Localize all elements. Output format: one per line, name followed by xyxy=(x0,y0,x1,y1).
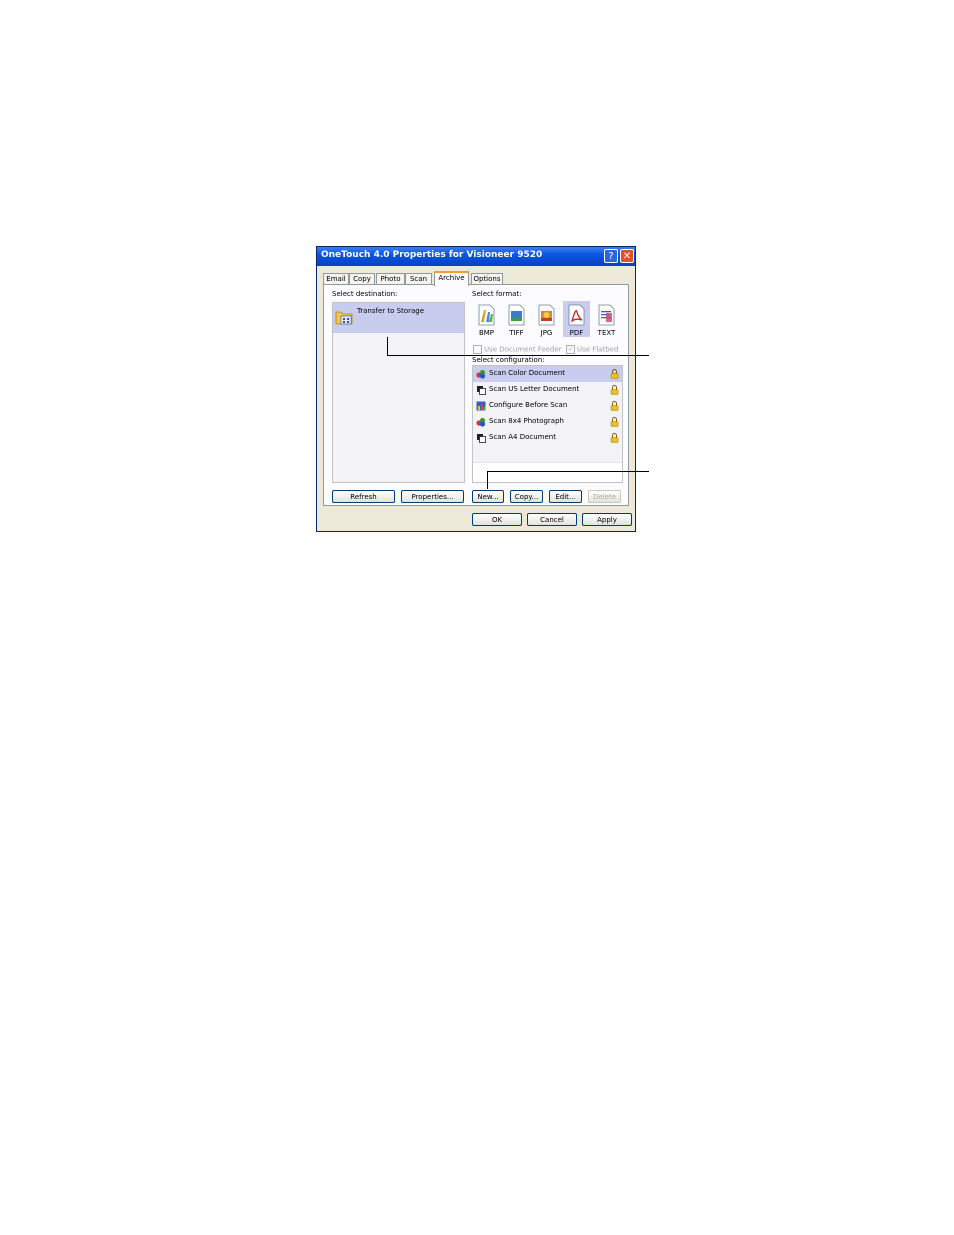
archive-panel: Select destination: Transfer to Storage … xyxy=(323,284,629,506)
callout-line-new-vertical xyxy=(487,471,488,489)
bw-document-icon xyxy=(477,434,486,443)
configuration-list[interactable]: Scan Color Document Scan US Letter Docum… xyxy=(472,365,623,483)
refresh-button[interactable]: Refresh xyxy=(332,490,395,503)
format-bmp[interactable]: BMP xyxy=(473,301,500,337)
configuration-item[interactable]: Scan US Letter Document xyxy=(473,382,622,399)
window-title: OneTouch 4.0 Properties for Visioneer 95… xyxy=(321,250,543,260)
format-pdf[interactable]: PDF xyxy=(563,301,590,337)
use-document-feeder-checkbox[interactable]: Use Document Feeder xyxy=(473,345,562,354)
tab-archive[interactable]: Archive xyxy=(434,271,469,286)
bmp-icon xyxy=(478,304,495,326)
lock-icon xyxy=(610,385,619,395)
help-button[interactable]: ? xyxy=(604,249,618,263)
text-icon xyxy=(598,304,615,326)
destination-item-empty[interactable] xyxy=(333,393,464,424)
lock-icon xyxy=(610,369,619,379)
destination-list[interactable]: Transfer to Storage xyxy=(332,302,465,483)
configuration-item[interactable]: Scan 8x4 Photograph xyxy=(473,414,622,431)
configuration-item-label: Scan A4 Document xyxy=(489,433,556,441)
ok-button[interactable]: OK xyxy=(472,513,522,526)
destination-item-empty[interactable] xyxy=(333,333,464,364)
configuration-item-label: Scan 8x4 Photograph xyxy=(489,417,564,425)
lock-icon xyxy=(610,417,619,427)
configuration-item[interactable]: Scan A4 Document xyxy=(473,430,622,447)
select-format-label: Select format: xyxy=(472,290,522,298)
callout-line-destination-vertical xyxy=(387,337,388,355)
format-label: JPG xyxy=(540,329,553,337)
destination-item-label: Transfer to Storage xyxy=(357,307,425,315)
configure-icon xyxy=(476,401,486,411)
lock-icon xyxy=(610,401,619,411)
apply-button[interactable]: Apply xyxy=(582,513,632,526)
format-tiff[interactable]: TIFF xyxy=(503,301,530,337)
format-label: PDF xyxy=(569,329,584,337)
delete-configuration-button[interactable]: Delete xyxy=(588,490,621,503)
jpg-icon xyxy=(538,304,555,326)
callout-line-destination xyxy=(387,355,649,356)
checkbox-label: Use Flatbed xyxy=(577,345,619,354)
color-scan-icon xyxy=(476,369,486,379)
destination-item-transfer-to-storage[interactable]: Transfer to Storage xyxy=(333,303,464,334)
folder-storage-icon xyxy=(335,311,353,325)
format-text[interactable]: TEXT xyxy=(593,301,620,337)
destination-item-empty[interactable] xyxy=(333,363,464,394)
format-label: TEXT xyxy=(597,329,616,337)
checkbox-label: Use Document Feeder xyxy=(484,345,562,354)
color-scan-icon xyxy=(476,417,486,427)
new-configuration-button[interactable]: New... xyxy=(472,490,504,503)
tiff-icon xyxy=(508,304,525,326)
destination-properties-button[interactable]: Properties... xyxy=(401,490,464,503)
edit-configuration-button[interactable]: Edit... xyxy=(549,490,582,503)
bw-document-icon xyxy=(477,386,486,395)
select-configuration-label: Select configuration: xyxy=(472,356,545,364)
properties-dialog: OneTouch 4.0 Properties for Visioneer 95… xyxy=(316,246,636,532)
use-flatbed-checkbox[interactable]: ✓ Use Flatbed xyxy=(566,345,619,354)
configuration-item-label: Scan Color Document xyxy=(489,369,566,377)
configuration-item[interactable]: Configure Before Scan xyxy=(473,398,622,415)
close-button[interactable]: ✕ xyxy=(620,249,634,263)
format-label: TIFF xyxy=(509,329,524,337)
configuration-item-empty[interactable] xyxy=(473,446,622,463)
checkbox-box xyxy=(473,345,482,354)
format-jpg[interactable]: JPG xyxy=(533,301,560,337)
configuration-item[interactable]: Scan Color Document xyxy=(473,366,622,383)
configuration-item-label: Configure Before Scan xyxy=(489,401,568,409)
select-destination-label: Select destination: xyxy=(332,290,398,298)
destination-item-empty[interactable] xyxy=(333,423,464,454)
pdf-icon xyxy=(568,304,585,326)
callout-line-new xyxy=(487,471,649,472)
check-mark-icon: ✓ xyxy=(566,345,575,354)
destination-item-empty[interactable] xyxy=(333,453,464,482)
lock-icon xyxy=(610,433,619,443)
copy-configuration-button[interactable]: Copy... xyxy=(510,490,543,503)
title-bar[interactable]: OneTouch 4.0 Properties for Visioneer 95… xyxy=(317,247,635,266)
cancel-button[interactable]: Cancel xyxy=(527,513,577,526)
configuration-item-label: Scan US Letter Document xyxy=(489,385,580,393)
format-label: BMP xyxy=(478,329,495,337)
